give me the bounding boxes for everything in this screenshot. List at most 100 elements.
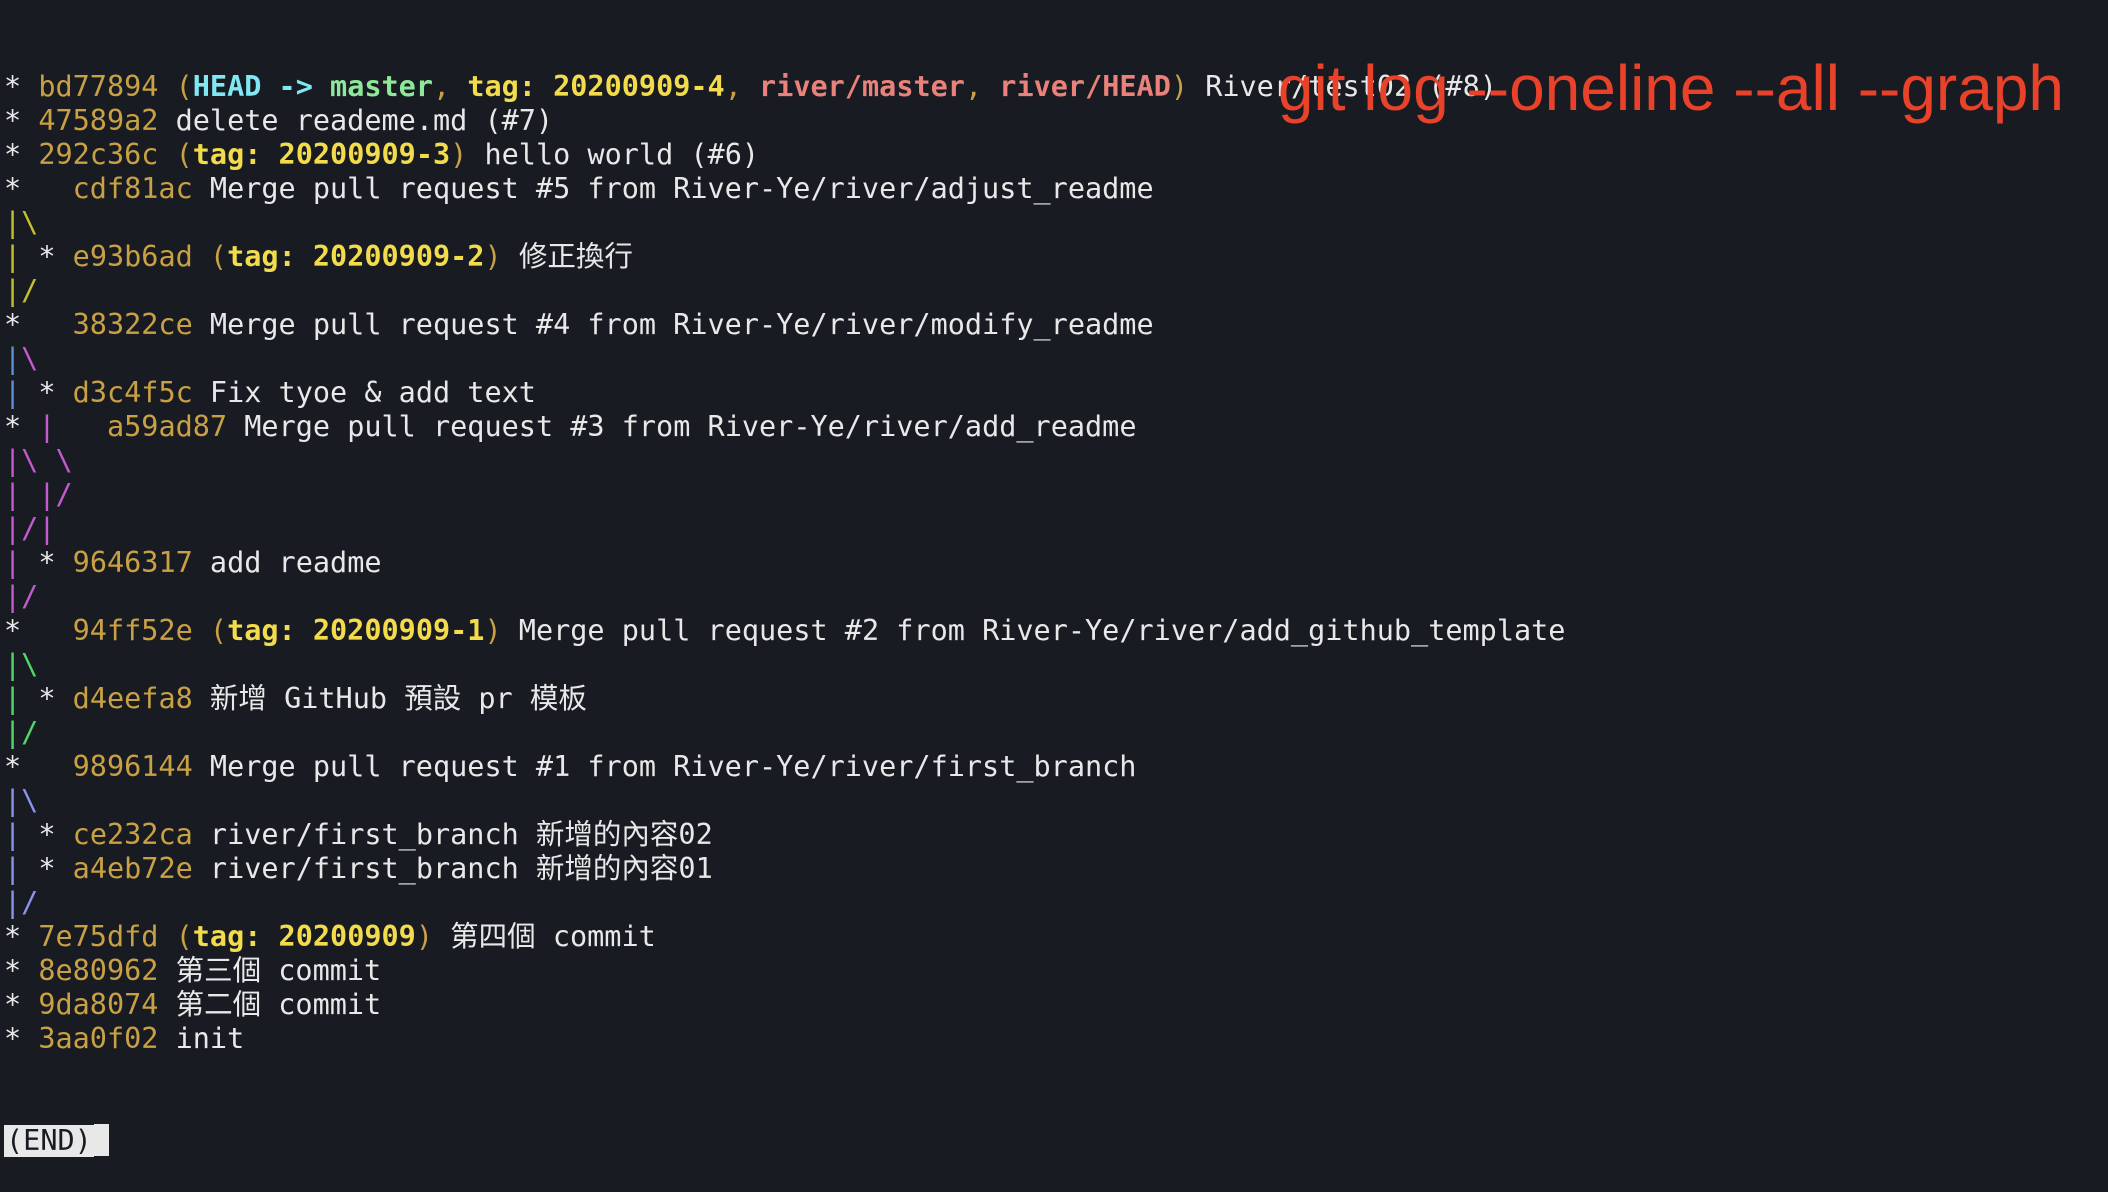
log-line: * 292c36c (tag: 20200909-3) hello world … bbox=[4, 138, 1565, 172]
log-text: Merge pull request #4 from River-Ye/rive… bbox=[192, 308, 1154, 341]
log-line: * 94ff52e (tag: 20200909-1) Merge pull r… bbox=[4, 614, 1565, 648]
commit-hash: 38322ce bbox=[72, 308, 193, 341]
log-line: | * d4eefa8 新增 GitHub 預設 pr 模板 bbox=[4, 682, 1565, 716]
log-line: |/| bbox=[4, 512, 1565, 546]
log-text: Merge pull request #5 from River-Ye/rive… bbox=[192, 172, 1154, 205]
commit-hash: 7e75dfd bbox=[38, 920, 159, 953]
graph-edge: | bbox=[4, 376, 22, 409]
log-text: Fix tyoe & add text bbox=[192, 376, 536, 409]
log-line: | * a4eb72e river/first_branch 新增的內容01 bbox=[4, 852, 1565, 886]
log-text: river/first_branch 新增的內容02 bbox=[192, 818, 713, 851]
log-text: * bbox=[4, 954, 39, 987]
graph-edge: | bbox=[4, 546, 22, 579]
log-line: |\ bbox=[4, 342, 1565, 376]
log-text: * bbox=[4, 104, 39, 137]
log-text: * bbox=[21, 852, 73, 885]
ref-punctuation: ) bbox=[450, 138, 468, 171]
log-line: * 3aa0f02 init bbox=[4, 1022, 1565, 1056]
tag-ref: tag: 20200909-1 bbox=[227, 614, 485, 647]
commit-hash: d3c4f5c bbox=[72, 376, 193, 409]
terminal-output: * bd77894 (HEAD -> master, tag: 20200909… bbox=[4, 2, 1565, 1192]
ref-punctuation: , bbox=[433, 70, 468, 103]
commit-hash: 9646317 bbox=[72, 546, 193, 579]
graph-edge: | |/ bbox=[4, 478, 73, 511]
ref-punctuation: , bbox=[964, 70, 1000, 103]
graph-edge: |/ bbox=[4, 886, 39, 919]
commit-hash: 9da8074 bbox=[38, 988, 159, 1021]
ref-punctuation: , bbox=[724, 70, 760, 103]
log-line: | * 9646317 add readme bbox=[4, 546, 1565, 580]
log-text: * bbox=[4, 138, 39, 171]
log-text: 第四個 commit bbox=[433, 920, 656, 953]
commit-hash: 3aa0f02 bbox=[38, 1022, 159, 1055]
log-line: | * d3c4f5c Fix tyoe & add text bbox=[4, 376, 1565, 410]
tag-ref: tag: 20200909-3 bbox=[192, 138, 451, 171]
terminal-cursor bbox=[93, 1124, 109, 1156]
commit-hash: e93b6ad bbox=[72, 240, 193, 273]
graph-edge: | bbox=[4, 682, 22, 715]
ref-punctuation: ( bbox=[192, 240, 228, 273]
log-line: |\ bbox=[4, 206, 1565, 240]
graph-edge: | bbox=[4, 818, 22, 851]
remote-ref: river/HEAD bbox=[999, 70, 1171, 103]
log-line: * 7e75dfd (tag: 20200909) 第四個 commit bbox=[4, 920, 1565, 954]
log-line: * 9da8074 第二個 commit bbox=[4, 988, 1565, 1022]
log-text: delete reademe.md (#7) bbox=[158, 104, 554, 137]
log-text: * bbox=[4, 1022, 39, 1055]
log-text: Merge pull request #1 from River-Ye/rive… bbox=[192, 750, 1137, 783]
commit-hash: 47589a2 bbox=[38, 104, 159, 137]
log-line: |\ bbox=[4, 784, 1565, 818]
log-text: * bbox=[4, 920, 39, 953]
graph-edge: |/ bbox=[4, 580, 39, 613]
log-text: 新增 GitHub 預設 pr 模板 bbox=[192, 682, 587, 715]
git-log-graph: * bd77894 (HEAD -> master, tag: 20200909… bbox=[4, 70, 1565, 1056]
log-text: river/first_branch 新增的內容01 bbox=[192, 852, 713, 885]
graph-edge: \ bbox=[21, 342, 39, 375]
ref-punctuation: ) bbox=[415, 920, 433, 953]
log-text: Merge pull request #2 from River-Ye/rive… bbox=[501, 614, 1566, 647]
log-text: * bbox=[4, 70, 39, 103]
graph-edge: | bbox=[38, 410, 56, 443]
pager-prompt[interactable]: (END) bbox=[4, 1124, 1565, 1158]
command-annotation: git log --oneline --all --graph bbox=[1277, 52, 2064, 124]
log-line: | * ce232ca river/first_branch 新增的內容02 bbox=[4, 818, 1565, 852]
graph-edge: | bbox=[4, 342, 22, 375]
commit-hash: 9896144 bbox=[72, 750, 193, 783]
graph-edge: |/| bbox=[4, 512, 56, 545]
tag-ref: tag: 20200909-2 bbox=[227, 240, 485, 273]
graph-edge: |/ bbox=[4, 716, 39, 749]
log-line: |\ bbox=[4, 648, 1565, 682]
log-text: * bbox=[4, 172, 73, 205]
log-text: 第三個 commit bbox=[158, 954, 382, 987]
ref-punctuation: ( bbox=[158, 70, 193, 103]
log-text: Merge pull request #3 from River-Ye/rive… bbox=[227, 410, 1137, 443]
log-line: * 8e80962 第三個 commit bbox=[4, 954, 1565, 988]
commit-hash: bd77894 bbox=[38, 70, 159, 103]
log-text: * bbox=[4, 410, 39, 443]
log-line: |/ bbox=[4, 716, 1565, 750]
ref-punctuation: ) bbox=[484, 614, 502, 647]
ref-punctuation: ) bbox=[484, 240, 502, 273]
head-ref: HEAD -> bbox=[192, 70, 331, 103]
graph-edge: |\ bbox=[4, 648, 39, 681]
ref-punctuation: ( bbox=[158, 920, 193, 953]
graph-edge: |\ bbox=[4, 206, 39, 239]
graph-edge: |/ bbox=[4, 274, 39, 307]
commit-hash: 292c36c bbox=[38, 138, 159, 171]
log-text: * bbox=[21, 240, 73, 273]
log-text: * bbox=[21, 546, 73, 579]
log-line: * 9896144 Merge pull request #1 from Riv… bbox=[4, 750, 1565, 784]
log-line: * | a59ad87 Merge pull request #3 from R… bbox=[4, 410, 1565, 444]
graph-edge: |\ \ bbox=[4, 444, 73, 477]
log-line: |/ bbox=[4, 274, 1565, 308]
commit-hash: cdf81ac bbox=[72, 172, 193, 205]
log-text: * bbox=[21, 682, 73, 715]
tag-ref: tag: 20200909 bbox=[192, 920, 416, 953]
remote-ref: river/master bbox=[759, 70, 965, 103]
log-line: * 38322ce Merge pull request #4 from Riv… bbox=[4, 308, 1565, 342]
log-text: * bbox=[4, 988, 39, 1021]
log-text: init bbox=[158, 1022, 245, 1055]
log-line: * cdf81ac Merge pull request #5 from Riv… bbox=[4, 172, 1565, 206]
log-text: hello world (#6) bbox=[467, 138, 760, 171]
